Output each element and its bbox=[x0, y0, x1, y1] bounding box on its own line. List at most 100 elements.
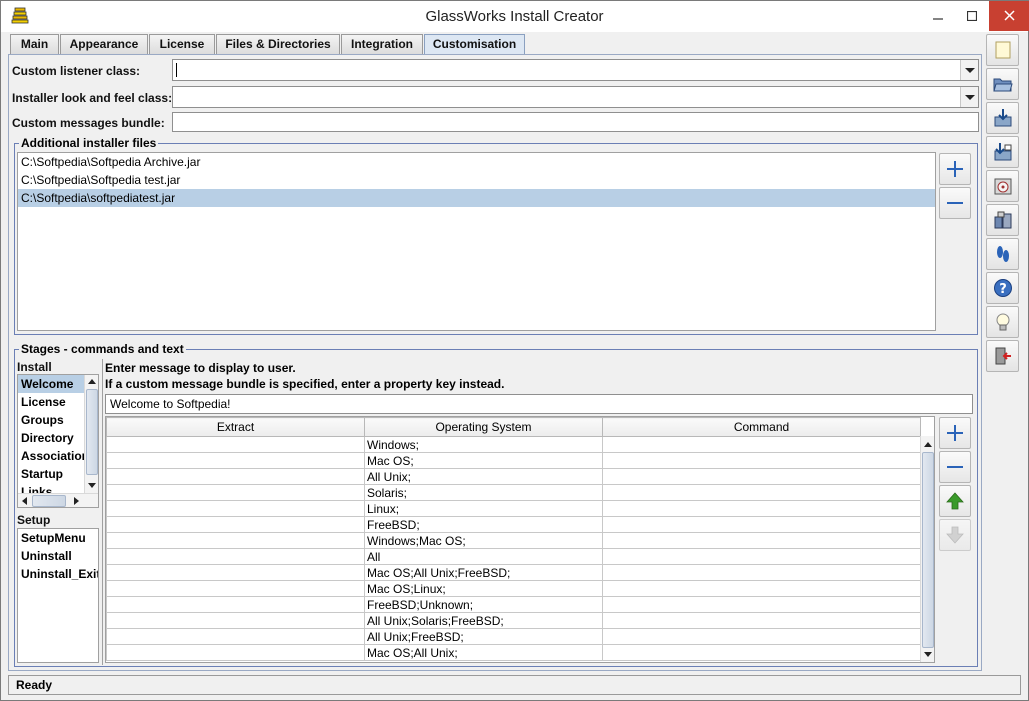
minimize-button[interactable] bbox=[921, 1, 955, 31]
new-project-button[interactable] bbox=[986, 34, 1019, 66]
table-cell[interactable] bbox=[602, 516, 921, 533]
table-row[interactable]: Mac OS; bbox=[106, 452, 921, 469]
table-cell[interactable]: All Unix;FreeBSD; bbox=[364, 628, 603, 645]
list-item[interactable]: C:\Softpedia\Softpedia Archive.jar bbox=[18, 153, 935, 171]
table-cell[interactable] bbox=[106, 564, 365, 581]
scroll-up-icon[interactable] bbox=[88, 379, 96, 384]
scroll-thumb[interactable] bbox=[32, 495, 66, 507]
table-cell[interactable]: All Unix; bbox=[364, 468, 603, 485]
column-header-extract[interactable]: Extract bbox=[106, 417, 365, 437]
table-cell[interactable] bbox=[106, 500, 365, 517]
scroll-left-icon[interactable] bbox=[22, 497, 27, 505]
table-row[interactable]: All Unix;FreeBSD; bbox=[106, 628, 921, 645]
list-item[interactable]: Startup bbox=[18, 465, 84, 483]
table-cell[interactable]: Mac OS;All Unix; bbox=[364, 644, 603, 661]
table-cell[interactable] bbox=[106, 612, 365, 629]
build-installer-button[interactable] bbox=[986, 170, 1019, 202]
table-cell[interactable] bbox=[106, 548, 365, 565]
table-cell[interactable] bbox=[106, 468, 365, 485]
tab-files-directories[interactable]: Files & Directories bbox=[216, 34, 340, 54]
setup-stage-list[interactable]: SetupMenu Uninstall Uninstall_Exit bbox=[17, 528, 99, 663]
table-row[interactable]: All bbox=[106, 548, 921, 565]
table-row[interactable]: Solaris; bbox=[106, 484, 921, 501]
move-up-button[interactable] bbox=[939, 485, 971, 517]
table-row[interactable]: Mac OS;Linux; bbox=[106, 580, 921, 597]
chevron-down-icon[interactable] bbox=[960, 87, 978, 107]
bundle-input[interactable] bbox=[172, 112, 979, 132]
table-cell[interactable] bbox=[106, 516, 365, 533]
remove-command-button[interactable] bbox=[939, 451, 971, 483]
table-cell[interactable] bbox=[602, 548, 921, 565]
table-cell[interactable] bbox=[602, 628, 921, 645]
move-down-button[interactable] bbox=[939, 519, 971, 551]
list-item[interactable]: Uninstall bbox=[18, 547, 98, 565]
install-list-vscroll[interactable] bbox=[84, 375, 98, 493]
table-cell[interactable]: Mac OS; bbox=[364, 452, 603, 469]
package-button[interactable] bbox=[986, 204, 1019, 236]
scroll-right-icon[interactable] bbox=[74, 497, 79, 505]
table-cell[interactable] bbox=[106, 580, 365, 597]
tips-button[interactable] bbox=[986, 306, 1019, 338]
list-item[interactable]: C:\Softpedia\softpediatest.jar bbox=[18, 189, 935, 207]
save-project-button[interactable] bbox=[986, 102, 1019, 134]
close-button[interactable] bbox=[989, 1, 1029, 31]
list-item[interactable]: Uninstall_Exit bbox=[18, 565, 98, 583]
tab-integration[interactable]: Integration bbox=[341, 34, 423, 54]
list-item[interactable]: Groups bbox=[18, 411, 84, 429]
column-header-operating-system[interactable]: Operating System bbox=[364, 417, 603, 437]
table-cell[interactable]: Mac OS;All Unix;FreeBSD; bbox=[364, 564, 603, 581]
save-as-button[interactable] bbox=[986, 136, 1019, 168]
table-cell[interactable]: FreeBSD;Unknown; bbox=[364, 596, 603, 613]
list-item[interactable]: SetupMenu bbox=[18, 529, 98, 547]
help-button[interactable]: ? bbox=[986, 272, 1019, 304]
list-item[interactable]: Directory bbox=[18, 429, 84, 447]
table-row[interactable]: FreeBSD;Unknown; bbox=[106, 596, 921, 613]
table-cell[interactable] bbox=[106, 644, 365, 661]
scroll-down-icon[interactable] bbox=[88, 483, 96, 488]
table-row[interactable]: FreeBSD; bbox=[106, 516, 921, 533]
add-file-button[interactable] bbox=[939, 153, 971, 185]
table-cell[interactable]: All Unix;Solaris;FreeBSD; bbox=[364, 612, 603, 629]
commands-table[interactable]: Extract Operating System Command Windows… bbox=[105, 416, 935, 663]
maximize-button[interactable] bbox=[955, 1, 989, 31]
tab-main[interactable]: Main bbox=[10, 34, 59, 54]
table-cell[interactable] bbox=[602, 644, 921, 661]
table-row[interactable]: All Unix;Solaris;FreeBSD; bbox=[106, 612, 921, 629]
tab-license[interactable]: License bbox=[149, 34, 215, 54]
table-cell[interactable]: FreeBSD; bbox=[364, 516, 603, 533]
table-cell[interactable]: All bbox=[364, 548, 603, 565]
table-row[interactable]: Linux; bbox=[106, 500, 921, 517]
table-cell[interactable]: Windows;Mac OS; bbox=[364, 532, 603, 549]
table-cell[interactable]: Windows; bbox=[364, 436, 603, 453]
table-cell[interactable] bbox=[106, 484, 365, 501]
table-cell[interactable]: Solaris; bbox=[364, 484, 603, 501]
exit-button[interactable] bbox=[986, 340, 1019, 372]
table-row[interactable]: Mac OS;All Unix; bbox=[106, 644, 921, 661]
scroll-thumb[interactable] bbox=[86, 389, 98, 475]
tab-customisation[interactable]: Customisation bbox=[424, 34, 525, 55]
table-row[interactable]: Mac OS;All Unix;FreeBSD; bbox=[106, 564, 921, 581]
tab-appearance[interactable]: Appearance bbox=[60, 34, 148, 54]
table-cell[interactable]: Linux; bbox=[364, 500, 603, 517]
list-item[interactable]: Association bbox=[18, 447, 89, 465]
list-item[interactable]: C:\Softpedia\Softpedia test.jar bbox=[18, 171, 935, 189]
remove-file-button[interactable] bbox=[939, 187, 971, 219]
table-cell[interactable] bbox=[602, 580, 921, 597]
table-cell[interactable] bbox=[106, 628, 365, 645]
table-row[interactable]: Windows;Mac OS; bbox=[106, 532, 921, 549]
table-cell[interactable] bbox=[602, 468, 921, 485]
scroll-thumb[interactable] bbox=[922, 452, 934, 648]
table-cell[interactable] bbox=[602, 612, 921, 629]
scroll-up-icon[interactable] bbox=[924, 442, 932, 447]
table-vscroll[interactable] bbox=[920, 436, 934, 662]
table-cell[interactable] bbox=[106, 452, 365, 469]
list-item[interactable]: Welcome bbox=[18, 375, 84, 393]
table-cell[interactable] bbox=[602, 500, 921, 517]
table-cell[interactable]: Mac OS;Linux; bbox=[364, 580, 603, 597]
open-project-button[interactable] bbox=[986, 68, 1019, 100]
table-cell[interactable] bbox=[602, 532, 921, 549]
steps-button[interactable] bbox=[986, 238, 1019, 270]
add-command-button[interactable] bbox=[939, 417, 971, 449]
table-cell[interactable] bbox=[602, 484, 921, 501]
install-stage-list[interactable]: Welcome License Groups Directory Associa… bbox=[17, 374, 99, 508]
